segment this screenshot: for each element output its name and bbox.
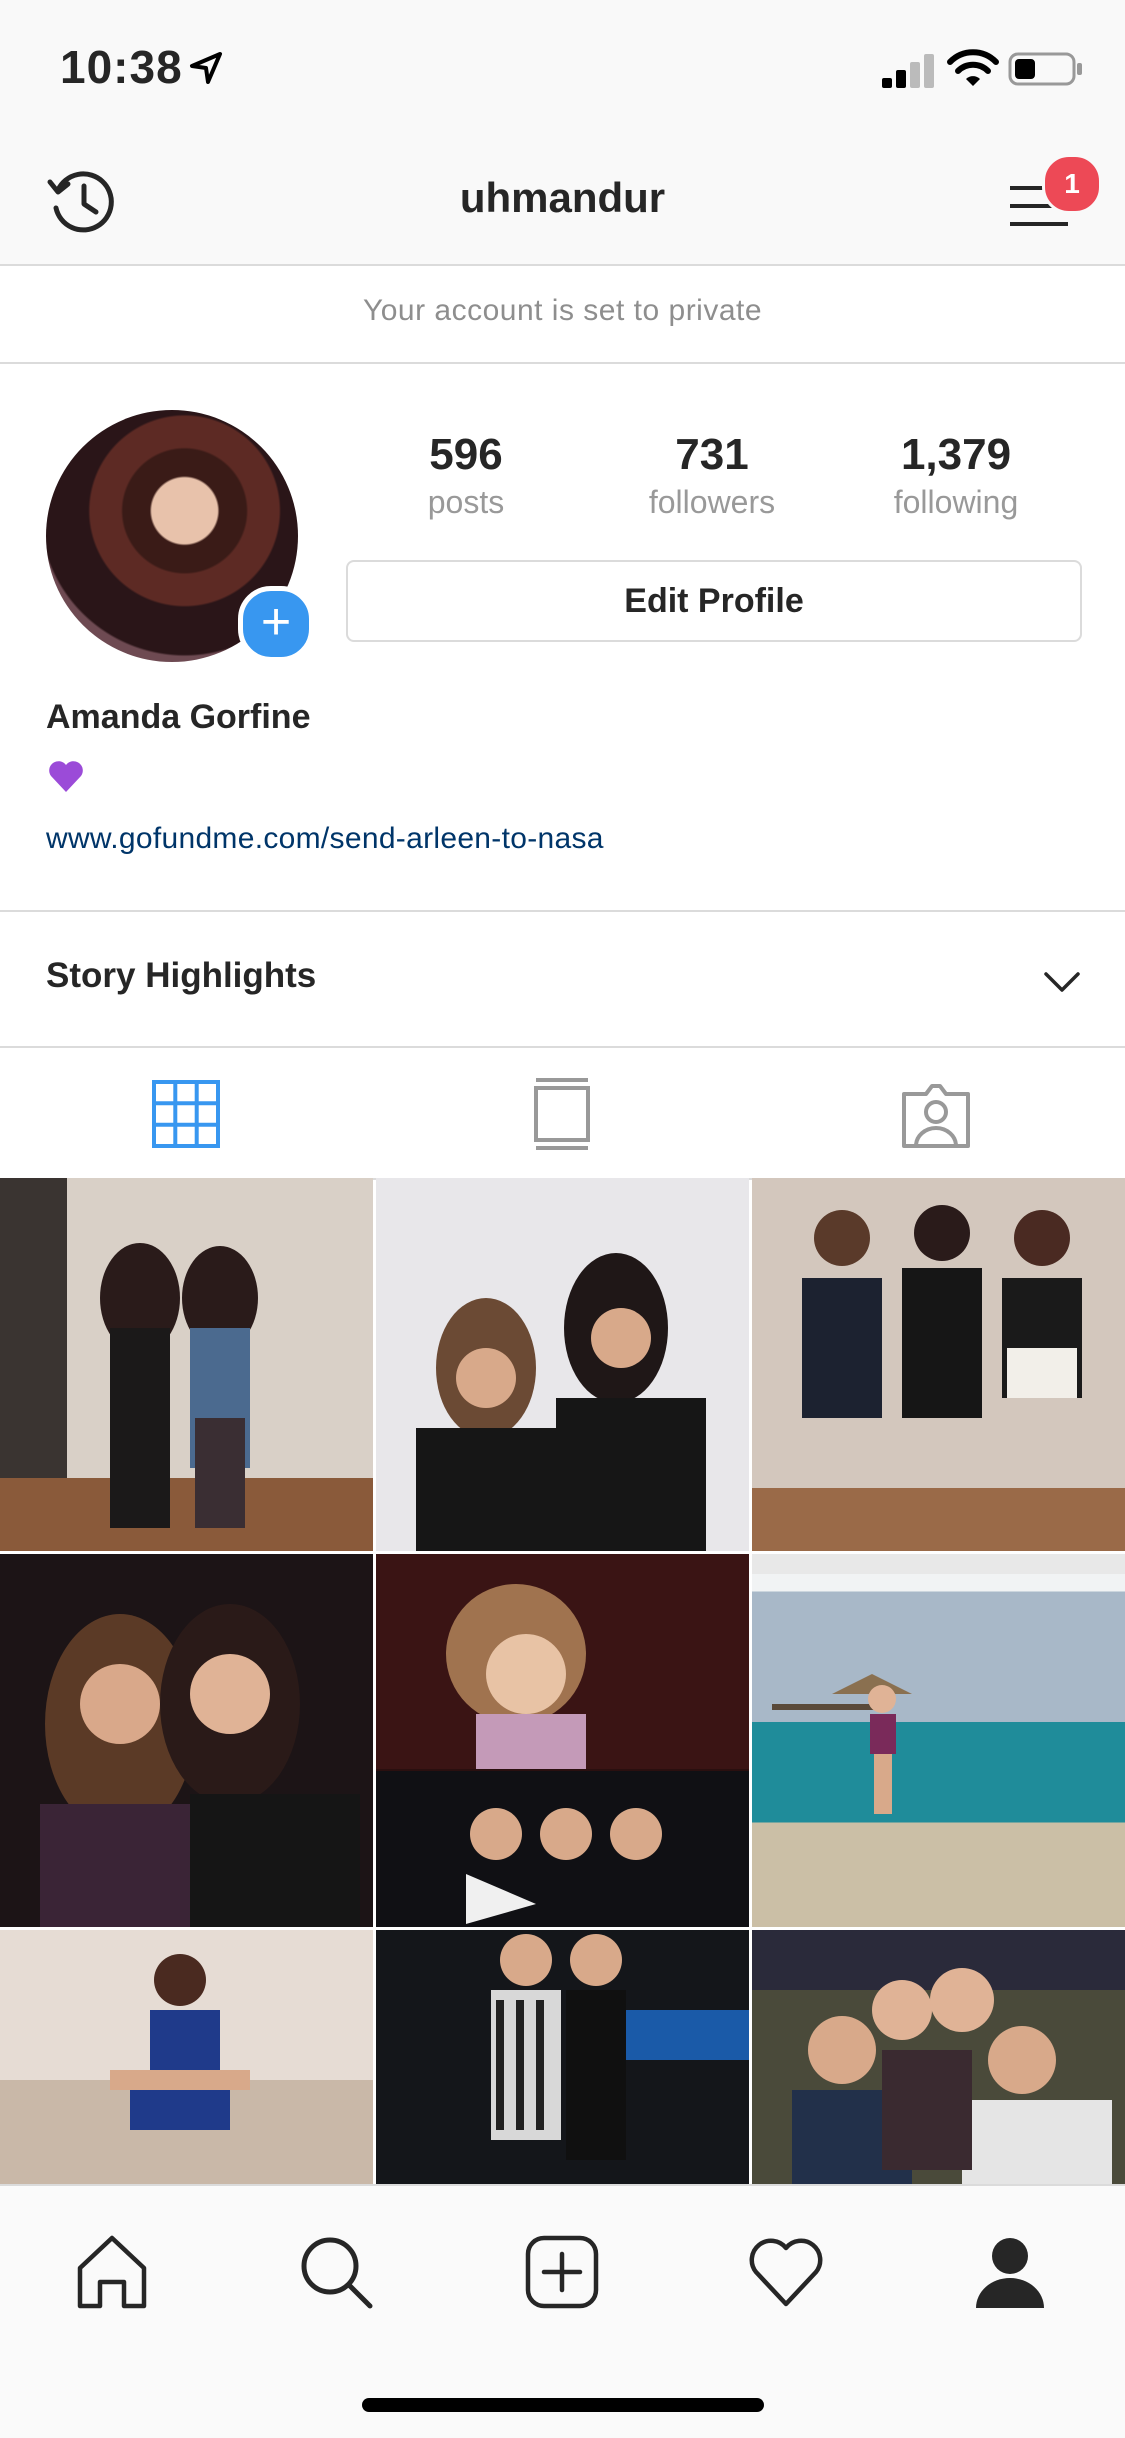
followers-stat[interactable]: 731 followers <box>602 430 822 521</box>
photo-thumbnail[interactable] <box>752 1554 1125 1927</box>
chevron-down-icon[interactable] <box>1042 964 1082 998</box>
profile-username: uhmandur <box>459 174 666 221</box>
edit-profile-button[interactable]: Edit Profile <box>346 560 1082 642</box>
status-bar: 10:38 <box>0 0 1125 140</box>
following-count: 1,379 <box>900 430 1012 479</box>
search-icon[interactable] <box>296 2232 376 2312</box>
location-arrow-icon <box>190 52 222 84</box>
posts-stat[interactable]: 596 posts <box>356 430 576 521</box>
posts-count: 596 <box>429 430 503 479</box>
tagged-photos-icon[interactable] <box>898 1076 974 1152</box>
cellular-signal-icon <box>882 54 934 88</box>
private-account-text: Your account is set to private <box>362 294 763 327</box>
feed-view-icon[interactable] <box>524 1076 600 1152</box>
photo-thumbnail[interactable] <box>752 1178 1125 1551</box>
photo-thumbnail[interactable] <box>0 1930 373 2184</box>
photo-thumbnail[interactable] <box>752 1930 1125 2184</box>
new-post-icon[interactable] <box>522 2232 602 2312</box>
following-label: following <box>893 484 1019 520</box>
grid-view-icon[interactable] <box>148 1076 224 1152</box>
profile-view-tabs <box>0 1046 1125 1180</box>
posts-label: posts <box>427 484 505 520</box>
photo-thumbnail[interactable] <box>376 1554 749 1927</box>
home-icon[interactable] <box>72 2232 152 2312</box>
following-stat[interactable]: 1,379 following <box>846 430 1066 521</box>
status-time: 10:38 <box>60 41 183 93</box>
notification-badge: 1 <box>1042 154 1102 214</box>
photo-thumbnail[interactable] <box>0 1178 373 1551</box>
photo-thumbnail[interactable] <box>376 1178 749 1551</box>
followers-count: 731 <box>675 430 749 479</box>
purple-heart-icon <box>49 761 83 792</box>
story-highlights-title: Story Highlights <box>46 956 317 995</box>
private-account-banner: Your account is set to private <box>0 266 1125 364</box>
bio-website-link[interactable]: www.gofundme.com/send-arleen-to-nasa <box>46 822 604 856</box>
battery-icon <box>1008 52 1082 86</box>
profile-header: uhmandur 1 <box>0 140 1125 266</box>
activity-heart-icon[interactable] <box>746 2232 826 2312</box>
followers-label: followers <box>648 484 776 520</box>
home-indicator[interactable] <box>362 2398 764 2412</box>
photo-grid <box>0 1178 1125 2184</box>
photo-thumbnail[interactable] <box>376 1930 749 2184</box>
photo-thumbnail[interactable] <box>0 1554 373 1927</box>
profile-avatar[interactable]: + <box>46 410 314 662</box>
add-story-icon[interactable]: + <box>238 586 314 662</box>
wifi-icon <box>947 49 999 86</box>
profile-icon[interactable] <box>970 2232 1050 2312</box>
profile-full-name: Amanda Gorfine <box>46 698 311 736</box>
story-highlights-row[interactable]: Story Highlights <box>0 910 1125 1048</box>
